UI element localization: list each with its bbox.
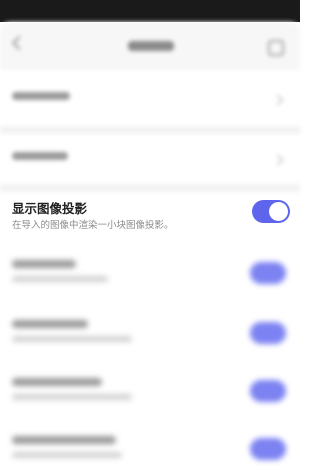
more-icon[interactable] bbox=[268, 40, 284, 56]
setting-label-blurred bbox=[12, 260, 76, 268]
toggle-switch-blurred[interactable] bbox=[250, 322, 286, 344]
setting-label-blurred bbox=[12, 320, 88, 328]
setting-label-blurred bbox=[12, 436, 116, 444]
blurred-background-lower bbox=[0, 234, 300, 465]
setting-desc-blurred bbox=[12, 336, 132, 342]
back-icon[interactable] bbox=[11, 35, 27, 51]
page-title-blurred bbox=[128, 41, 174, 51]
section-divider bbox=[0, 126, 300, 134]
image-projection-toggle[interactable] bbox=[252, 200, 290, 223]
chevron-right-icon bbox=[272, 154, 284, 166]
setting-description: 在导入的图像中渲染一小块图像投影。 bbox=[12, 220, 174, 231]
setting-row-image-projection[interactable]: 显示图像投影 在导入的图像中渲染一小块图像投影。 bbox=[0, 196, 300, 234]
section-divider bbox=[0, 184, 300, 192]
toggle-switch-blurred[interactable] bbox=[250, 380, 286, 402]
setting-desc-blurred bbox=[12, 276, 108, 282]
status-bar bbox=[0, 0, 300, 22]
setting-desc-blurred bbox=[12, 394, 132, 400]
setting-row-blurred[interactable] bbox=[0, 252, 300, 296]
setting-row-blurred[interactable] bbox=[0, 428, 300, 472]
chevron-right-icon bbox=[272, 94, 284, 106]
setting-label-blurred bbox=[12, 92, 70, 100]
setting-row-blurred[interactable] bbox=[0, 138, 300, 182]
toggle-knob bbox=[269, 202, 288, 221]
setting-label-blurred bbox=[12, 378, 102, 386]
setting-row-blurred[interactable] bbox=[0, 370, 300, 414]
setting-row-blurred[interactable] bbox=[0, 78, 300, 122]
toggle-switch-blurred[interactable] bbox=[250, 438, 286, 460]
setting-label-blurred bbox=[12, 152, 68, 160]
setting-row-blurred[interactable] bbox=[0, 312, 300, 356]
header bbox=[0, 22, 300, 70]
setting-title: 显示图像投影 bbox=[12, 201, 88, 216]
toggle-switch-blurred[interactable] bbox=[250, 262, 286, 284]
setting-desc-blurred bbox=[12, 452, 122, 458]
